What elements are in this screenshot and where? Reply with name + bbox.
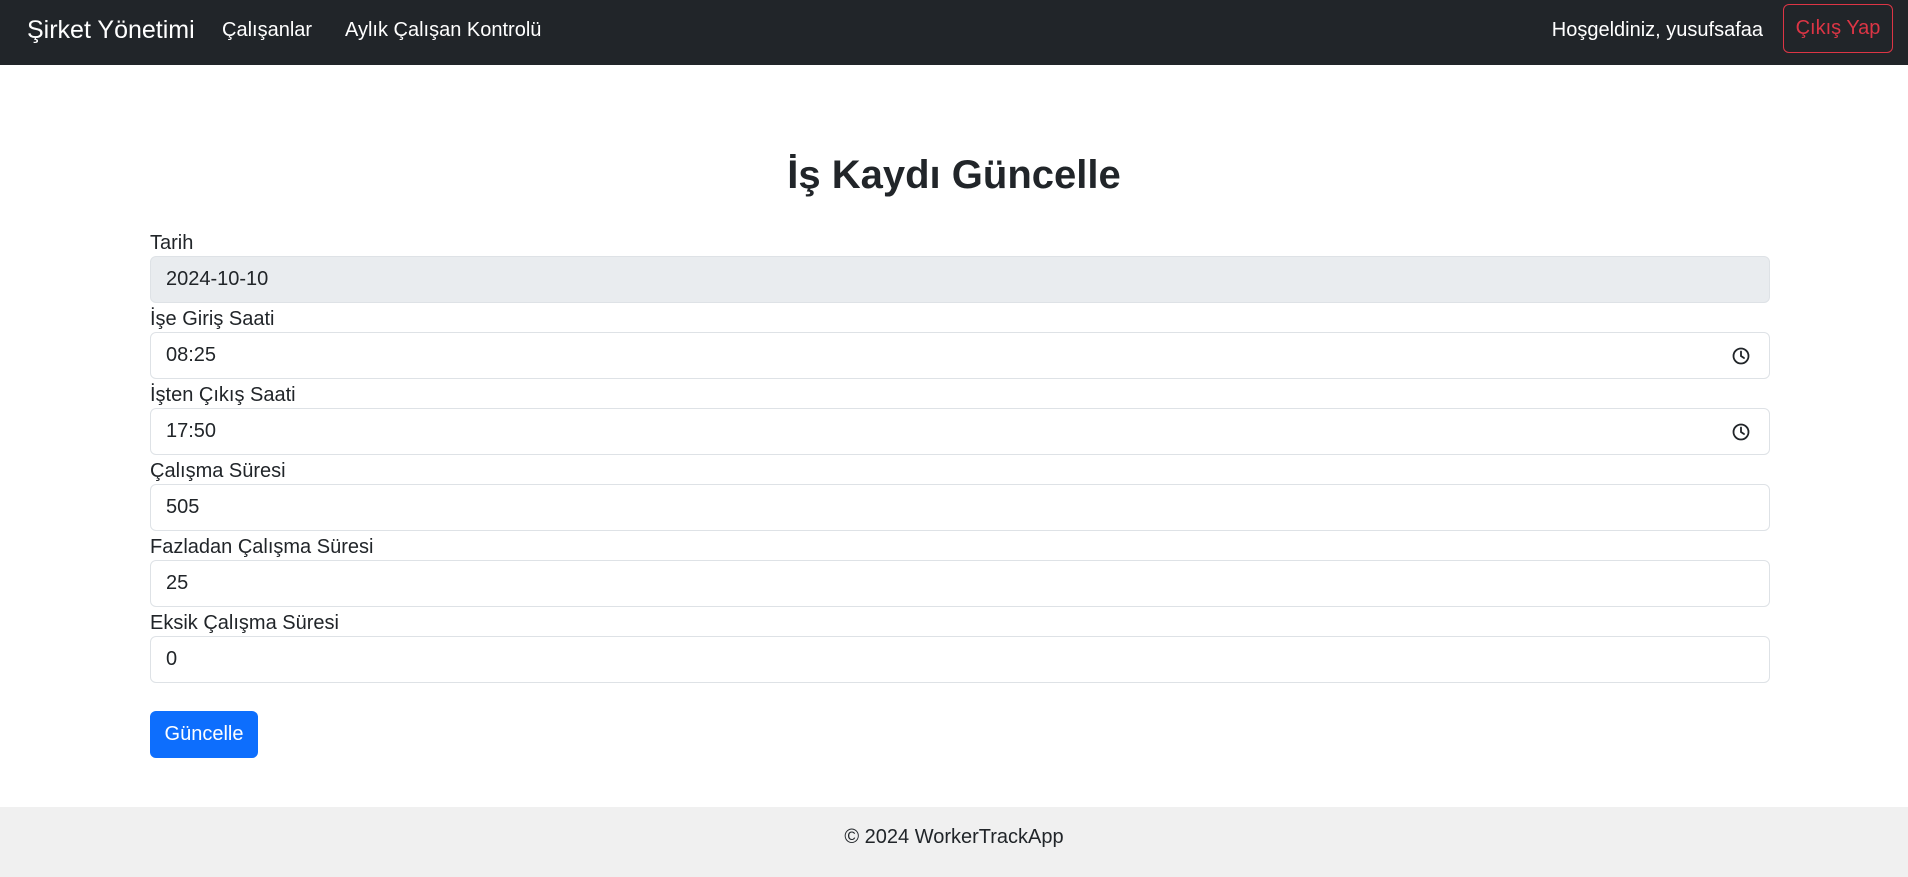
end-time-label: İşten Çıkış Saati [150, 384, 296, 406]
nav-link-aylik-kontrol[interactable]: Aylık Çalışan Kontrolü [345, 17, 541, 43]
navbar: Şirket Yönetimi Çalışanlar Aylık Çalışan… [0, 0, 1908, 65]
welcome-text: Hoşgeldiniz, yusufsafaa [1551, 19, 1763, 41]
overtime-input[interactable] [151, 561, 1769, 606]
work-duration-input[interactable] [151, 485, 1769, 530]
nav-link-calisanlar[interactable]: Çalışanlar [222, 17, 312, 43]
clock-icon[interactable] [1731, 422, 1751, 442]
footer: © 2024 WorkerTrackApp [0, 807, 1908, 877]
update-button[interactable]: Güncelle [150, 711, 258, 758]
logout-button[interactable]: Çıkış Yap [1783, 4, 1893, 53]
overtime-label: Fazladan Çalışma Süresi [150, 536, 374, 558]
work-record-form: Tarih İşe Giriş Saati İşten Çıkış Saati … [150, 230, 1770, 686]
overtime-field-wrapper [150, 560, 1770, 607]
missing-time-label: Eksik Çalışma Süresi [150, 612, 339, 634]
end-time-input[interactable] [151, 409, 1769, 454]
date-field-wrapper [150, 256, 1770, 303]
clock-icon[interactable] [1731, 346, 1751, 366]
missing-time-input[interactable] [151, 637, 1769, 682]
start-time-field-wrapper [150, 332, 1770, 379]
end-time-field-wrapper [150, 408, 1770, 455]
missing-time-field-wrapper [150, 636, 1770, 683]
navbar-brand[interactable]: Şirket Yönetimi [27, 14, 195, 46]
footer-copyright: © 2024 WorkerTrackApp [844, 826, 1064, 848]
page-title: İş Kaydı Güncelle [787, 153, 1121, 197]
work-duration-field-wrapper [150, 484, 1770, 531]
start-time-label: İşe Giriş Saati [150, 308, 275, 330]
work-duration-label: Çalışma Süresi [150, 460, 286, 482]
start-time-input[interactable] [151, 333, 1769, 378]
date-label: Tarih [150, 232, 194, 254]
date-input[interactable] [151, 257, 1769, 302]
